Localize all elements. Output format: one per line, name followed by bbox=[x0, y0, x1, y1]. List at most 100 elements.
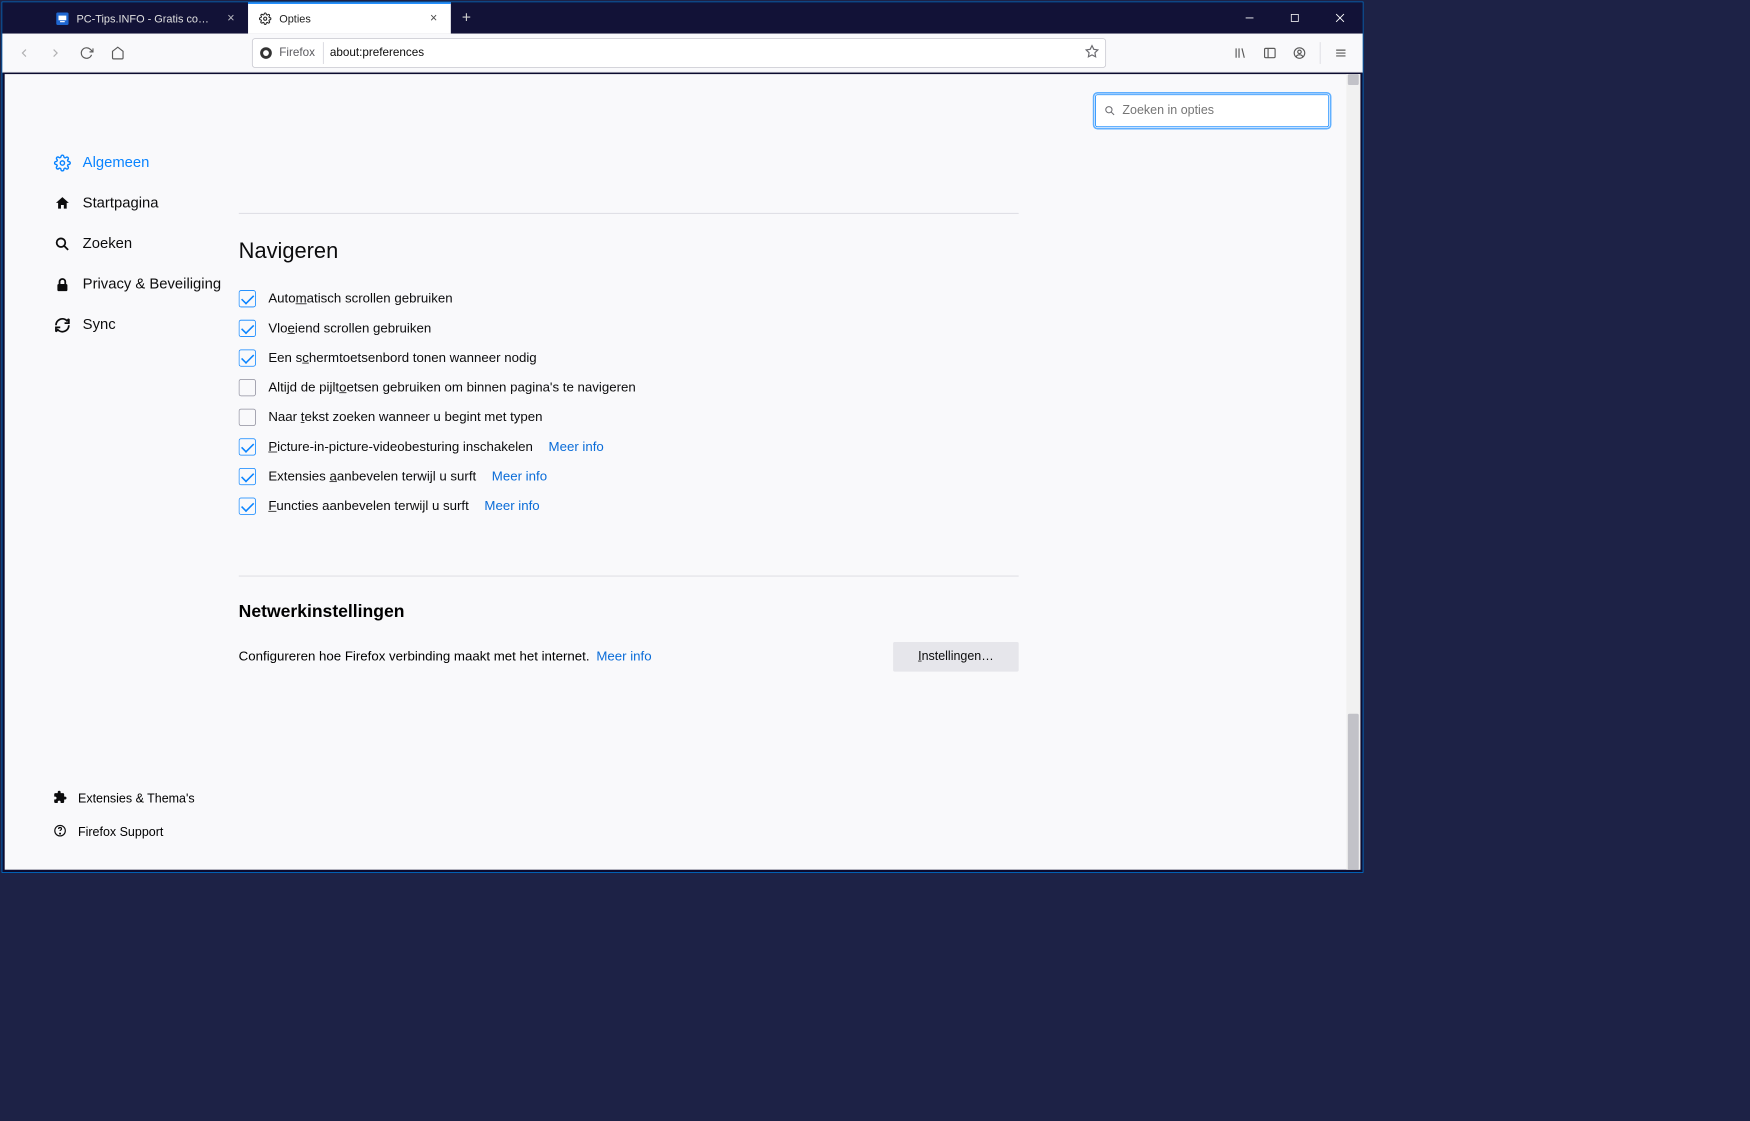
vertical-scrollbar[interactable] bbox=[1346, 74, 1360, 870]
browsing-section: Navigeren Automatisch scrollen gebruiken… bbox=[239, 213, 1019, 521]
gear-icon bbox=[53, 154, 72, 173]
newtab-button[interactable]: + bbox=[451, 2, 482, 33]
category-sync[interactable]: Sync bbox=[44, 305, 239, 346]
home-button[interactable] bbox=[104, 39, 132, 67]
network-settings-button[interactable]: Instellingen… bbox=[893, 642, 1019, 672]
url-bar[interactable]: Firefox about:preferences bbox=[252, 38, 1106, 68]
checkbox-row: Naar tekst zoeken wanneer u begint met t… bbox=[239, 402, 1019, 432]
network-section: Netwerkinstellingen Configureren hoe Fir… bbox=[239, 576, 1019, 672]
search-field[interactable] bbox=[1122, 104, 1320, 118]
checkbox-row: Picture-in-picture-videobesturing inscha… bbox=[239, 432, 1019, 462]
toolbar-separator bbox=[1320, 42, 1321, 64]
checkbox[interactable] bbox=[239, 498, 256, 515]
checkbox-label[interactable]: Een schermtoetsenbord tonen wanneer nodi… bbox=[268, 350, 536, 366]
category-label: Sync bbox=[83, 317, 116, 334]
checkbox-label[interactable]: Altijd de pijltoetsen gebruiken om binne… bbox=[268, 380, 635, 396]
category-label: Zoeken bbox=[83, 236, 132, 253]
checkbox-label[interactable]: Naar tekst zoeken wanneer u begint met t… bbox=[268, 410, 542, 426]
more-info-link[interactable]: Meer info bbox=[492, 469, 547, 485]
menu-button[interactable] bbox=[1327, 39, 1355, 67]
close-window-button[interactable] bbox=[1317, 2, 1362, 33]
url-text: about:preferences bbox=[330, 46, 424, 59]
category-privacy[interactable]: Privacy & Beveiliging bbox=[44, 264, 239, 305]
home-icon bbox=[53, 194, 72, 213]
forward-button[interactable] bbox=[41, 39, 69, 67]
search-icon bbox=[1104, 105, 1116, 117]
titlebar: PC-Tips.INFO - Gratis compute × Opties ×… bbox=[2, 2, 1362, 33]
identity-label: Firefox bbox=[279, 46, 315, 59]
sync-icon bbox=[53, 316, 72, 335]
more-info-link[interactable]: Meer info bbox=[484, 498, 539, 514]
account-button[interactable] bbox=[1285, 39, 1313, 67]
more-info-link[interactable]: Meer info bbox=[549, 439, 604, 455]
minimize-button[interactable] bbox=[1227, 2, 1272, 33]
checkbox-row: Automatisch scrollen gebruiken bbox=[239, 284, 1019, 314]
checkbox-label[interactable]: Extensies aanbevelen terwijl u surft bbox=[268, 469, 476, 485]
support-label: Firefox Support bbox=[78, 826, 163, 840]
checkbox-label[interactable]: Picture-in-picture-videobesturing inscha… bbox=[268, 439, 533, 455]
window-controls bbox=[1227, 2, 1363, 33]
divider bbox=[239, 213, 1019, 214]
search-icon bbox=[53, 235, 72, 254]
reload-button[interactable] bbox=[73, 39, 101, 67]
checkbox-label[interactable]: Functies aanbevelen terwijl u surft bbox=[268, 498, 468, 514]
tab-strip: PC-Tips.INFO - Gratis compute × Opties ×… bbox=[2, 2, 482, 33]
checkbox-row: Extensies aanbevelen terwijl u surft Mee… bbox=[239, 462, 1019, 492]
library-button[interactable] bbox=[1226, 39, 1254, 67]
search-options-input[interactable] bbox=[1095, 94, 1329, 127]
maximize-button[interactable] bbox=[1272, 2, 1317, 33]
addons-link[interactable]: Extensies & Thema's bbox=[44, 782, 239, 816]
close-icon[interactable]: × bbox=[427, 12, 439, 24]
lock-icon bbox=[53, 275, 72, 294]
addons-label: Extensies & Thema's bbox=[78, 792, 195, 806]
checkbox[interactable] bbox=[239, 349, 256, 366]
checkbox[interactable] bbox=[239, 379, 256, 396]
favicon-pctips bbox=[56, 12, 68, 24]
firefox-logo-icon bbox=[259, 46, 273, 60]
checkbox-row: Altijd de pijltoetsen gebruiken om binne… bbox=[239, 373, 1019, 403]
network-description: Configureren hoe Firefox verbinding maak… bbox=[239, 649, 652, 665]
categories-sidebar: Algemeen Startpagina Zoeken Privacy & Be… bbox=[5, 74, 239, 870]
back-button[interactable] bbox=[10, 39, 38, 67]
support-link[interactable]: Firefox Support bbox=[44, 816, 239, 850]
scroll-up-icon[interactable] bbox=[1348, 74, 1359, 85]
checkbox-label[interactable]: Vloeiend scrollen gebruiken bbox=[268, 321, 431, 337]
checkbox-row: Een schermtoetsenbord tonen wanneer nodi… bbox=[239, 343, 1019, 373]
main-pane: Navigeren Automatisch scrollen gebruiken… bbox=[239, 74, 1361, 870]
checkbox-row: Vloeiend scrollen gebruiken bbox=[239, 314, 1019, 344]
tab-pctips[interactable]: PC-Tips.INFO - Gratis compute × bbox=[45, 2, 248, 33]
preferences-page: Algemeen Startpagina Zoeken Privacy & Be… bbox=[5, 74, 1361, 870]
checkbox[interactable] bbox=[239, 290, 256, 307]
category-home[interactable]: Startpagina bbox=[44, 183, 239, 224]
checkbox[interactable] bbox=[239, 320, 256, 337]
section-title: Netwerkinstellingen bbox=[239, 601, 1019, 621]
checkbox[interactable] bbox=[239, 409, 256, 426]
more-info-link[interactable]: Meer info bbox=[596, 649, 651, 664]
checkbox-row: Functies aanbevelen terwijl u surft Meer… bbox=[239, 491, 1019, 521]
toolbar-right bbox=[1226, 39, 1355, 67]
sidebar-footer: Extensies & Thema's Firefox Support bbox=[44, 782, 239, 849]
bookmark-star-icon[interactable] bbox=[1085, 44, 1099, 61]
browser-window: PC-Tips.INFO - Gratis compute × Opties ×… bbox=[2, 2, 1364, 873]
nav-toolbar: Firefox about:preferences bbox=[2, 34, 1362, 73]
category-label: Privacy & Beveiliging bbox=[83, 276, 221, 293]
category-label: Startpagina bbox=[83, 195, 159, 212]
tab-options[interactable]: Opties × bbox=[248, 2, 451, 33]
category-label: Algemeen bbox=[83, 154, 150, 171]
scroll-thumb[interactable] bbox=[1348, 714, 1359, 870]
identity-box[interactable]: Firefox bbox=[259, 42, 324, 64]
divider bbox=[239, 576, 1019, 577]
category-general[interactable]: Algemeen bbox=[44, 143, 239, 184]
sidebar-button[interactable] bbox=[1256, 39, 1284, 67]
checkbox[interactable] bbox=[239, 438, 256, 455]
checkbox[interactable] bbox=[239, 468, 256, 485]
gear-icon bbox=[259, 12, 271, 24]
tab-title: Opties bbox=[279, 12, 419, 24]
tab-title: PC-Tips.INFO - Gratis compute bbox=[76, 12, 216, 24]
checkbox-label[interactable]: Automatisch scrollen gebruiken bbox=[268, 291, 452, 307]
puzzle-icon bbox=[53, 790, 67, 808]
help-icon bbox=[53, 824, 67, 842]
section-title: Navigeren bbox=[239, 239, 1019, 264]
category-search[interactable]: Zoeken bbox=[44, 224, 239, 265]
close-icon[interactable]: × bbox=[225, 12, 237, 24]
